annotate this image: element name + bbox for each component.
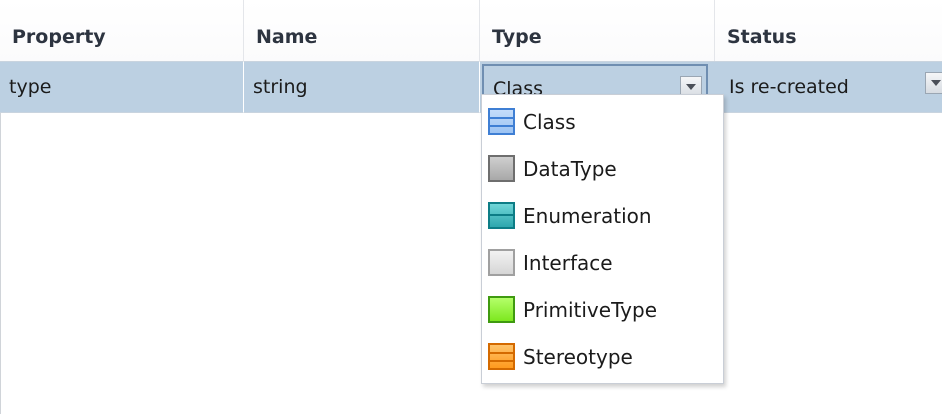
type-option-stereotype[interactable]: Stereotype [482, 334, 723, 381]
status-cell[interactable]: Is re-created [715, 61, 942, 113]
type-option-interface[interactable]: Interface [482, 240, 723, 287]
column-header-type[interactable]: Type [480, 0, 715, 61]
column-header-name[interactable]: Name [244, 0, 480, 61]
type-option-label: PrimitiveType [523, 298, 658, 322]
column-header-property[interactable]: Property [0, 0, 244, 61]
name-cell[interactable]: string [244, 61, 480, 113]
table-header: Property Name Type Status [0, 0, 942, 61]
column-header-label: Status [727, 26, 797, 48]
interface-icon [488, 249, 515, 276]
property-cell[interactable]: type [0, 61, 244, 113]
class-icon [488, 108, 515, 135]
datatype-icon [488, 155, 515, 182]
type-option-label: Class [523, 110, 576, 134]
status-dropdown-arrow-icon[interactable] [925, 72, 942, 94]
stereotype-icon [488, 343, 515, 370]
type-option-class[interactable]: Class [482, 99, 723, 146]
primitive-type-icon [488, 296, 515, 323]
column-header-label: Property [12, 26, 106, 48]
type-option-label: Stereotype [523, 345, 633, 369]
type-option-primitivetype[interactable]: PrimitiveType [482, 287, 723, 334]
type-option-label: Enumeration [523, 204, 652, 228]
type-option-label: DataType [523, 157, 617, 181]
table-row[interactable]: type string Class Is re-created [0, 61, 942, 113]
status-value: Is re-created [729, 76, 849, 98]
column-header-label: Type [492, 26, 542, 48]
type-dropdown-list: Class DataType Enumeration Interface Pri… [481, 94, 724, 384]
property-value: type [9, 76, 52, 98]
type-option-datatype[interactable]: DataType [482, 146, 723, 193]
column-header-label: Name [256, 26, 318, 48]
type-option-label: Interface [523, 251, 613, 275]
property-table: Property Name Type Status type string Cl… [0, 0, 942, 414]
column-header-status[interactable]: Status [715, 0, 942, 61]
type-option-enumeration[interactable]: Enumeration [482, 193, 723, 240]
enumeration-icon [488, 202, 515, 229]
name-value: string [253, 76, 308, 98]
